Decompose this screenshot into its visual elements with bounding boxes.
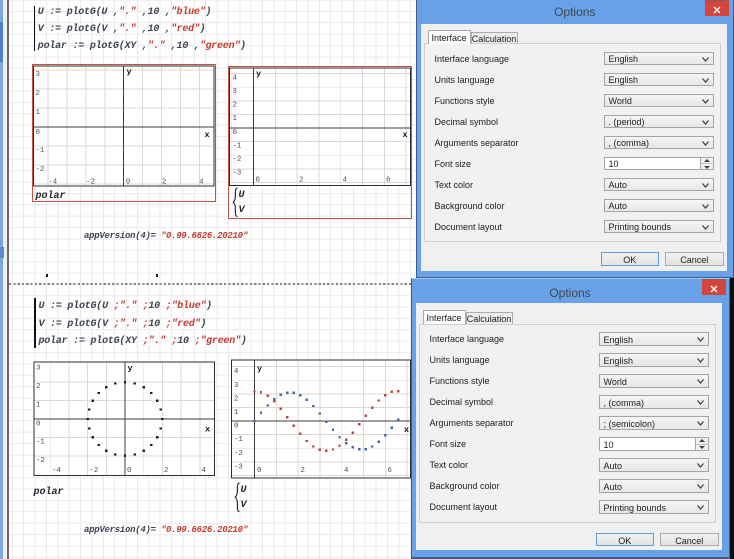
svg-text:-3: -3: [233, 170, 242, 178]
svg-text:0: 0: [234, 423, 238, 431]
svg-text:0: 0: [126, 178, 130, 186]
svg-text:2: 2: [301, 467, 305, 475]
svg-text:-1: -1: [234, 436, 243, 444]
svg-text:4: 4: [344, 467, 349, 475]
svg-text:3: 3: [234, 382, 238, 390]
svg-text:3: 3: [233, 88, 237, 96]
svg-text:x: x: [205, 425, 210, 435]
svg-text:4: 4: [343, 176, 348, 184]
svg-text:-1: -1: [36, 147, 45, 155]
svg-text:-2: -2: [90, 467, 99, 475]
svg-text:-2: -2: [233, 156, 242, 164]
svg-text:3: 3: [36, 71, 40, 79]
svg-text:2: 2: [233, 102, 237, 110]
svg-text:0: 0: [127, 467, 131, 475]
svg-text:-4: -4: [48, 178, 57, 186]
svg-text:4: 4: [233, 74, 238, 82]
svg-text:0: 0: [233, 129, 237, 137]
svg-text:2: 2: [162, 178, 166, 186]
svg-text:4: 4: [234, 368, 239, 376]
svg-text:4: 4: [202, 467, 207, 475]
svg-text:-2: -2: [36, 457, 45, 465]
svg-text:x: x: [403, 130, 408, 140]
svg-text:0: 0: [36, 420, 40, 428]
svg-text:4: 4: [199, 178, 204, 186]
svg-text:y: y: [256, 69, 261, 79]
svg-text:-2: -2: [234, 450, 243, 458]
svg-text:0: 0: [36, 129, 40, 137]
svg-text:1: 1: [36, 401, 41, 409]
svg-text:-2: -2: [86, 178, 95, 186]
svg-text:-1: -1: [233, 142, 242, 150]
svg-text:x: x: [404, 425, 409, 435]
svg-text:1: 1: [36, 109, 41, 117]
svg-text:6: 6: [386, 176, 390, 184]
svg-text:-3: -3: [234, 463, 243, 471]
svg-text:2: 2: [36, 90, 40, 98]
svg-text:1: 1: [234, 409, 239, 417]
svg-text:-4: -4: [52, 467, 61, 475]
svg-text:2: 2: [299, 176, 303, 184]
svg-text:2: 2: [164, 467, 168, 475]
svg-text:y: y: [257, 364, 262, 374]
svg-text:x: x: [205, 130, 210, 140]
svg-text:2: 2: [234, 395, 238, 403]
svg-text:2: 2: [36, 383, 40, 391]
svg-text:y: y: [127, 67, 132, 77]
svg-text:-2: -2: [36, 166, 45, 174]
svg-text:0: 0: [256, 176, 260, 184]
svg-text:y: y: [128, 364, 133, 374]
svg-text:0: 0: [257, 467, 261, 475]
svg-text:3: 3: [36, 364, 40, 372]
svg-text:6: 6: [388, 467, 392, 475]
svg-text:-1: -1: [36, 438, 45, 446]
svg-text:1: 1: [233, 115, 238, 123]
